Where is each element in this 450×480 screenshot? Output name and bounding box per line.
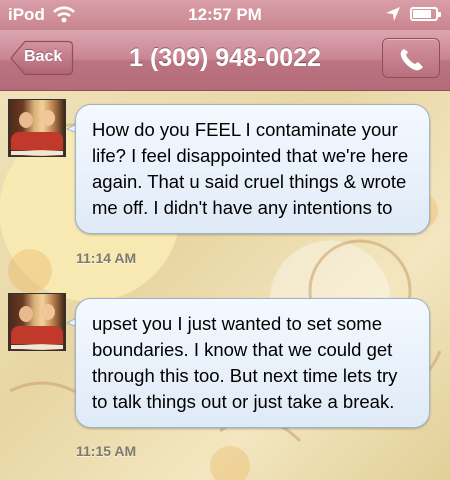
clock: 12:57 PM (188, 5, 262, 24)
nav-bar: Back 1 (309) 948-0022 (0, 30, 450, 91)
phone-icon (400, 49, 423, 71)
contact-avatar[interactable] (8, 99, 66, 157)
message-bubble[interactable]: How do you FEEL I contaminate your life?… (75, 104, 430, 234)
battery-level (413, 10, 431, 18)
call-button[interactable] (382, 38, 440, 78)
battery-icon (410, 7, 441, 21)
contact-avatar[interactable] (8, 293, 66, 351)
location-arrow-icon (386, 7, 400, 21)
status-bar: iPod 12:57 PM (0, 0, 450, 30)
back-button[interactable]: Back (10, 40, 74, 76)
contact-phone-number: 1 (309) 948-0022 (129, 44, 321, 72)
message-timestamp: 11:14 AM (76, 250, 137, 266)
back-button-label: Back (24, 48, 63, 65)
message-bubble[interactable]: upset you I just wanted to set some boun… (75, 298, 430, 428)
message-timestamp: 11:15 AM (76, 443, 137, 459)
message-thread[interactable]: How do you FEEL I contaminate your life?… (0, 91, 450, 480)
